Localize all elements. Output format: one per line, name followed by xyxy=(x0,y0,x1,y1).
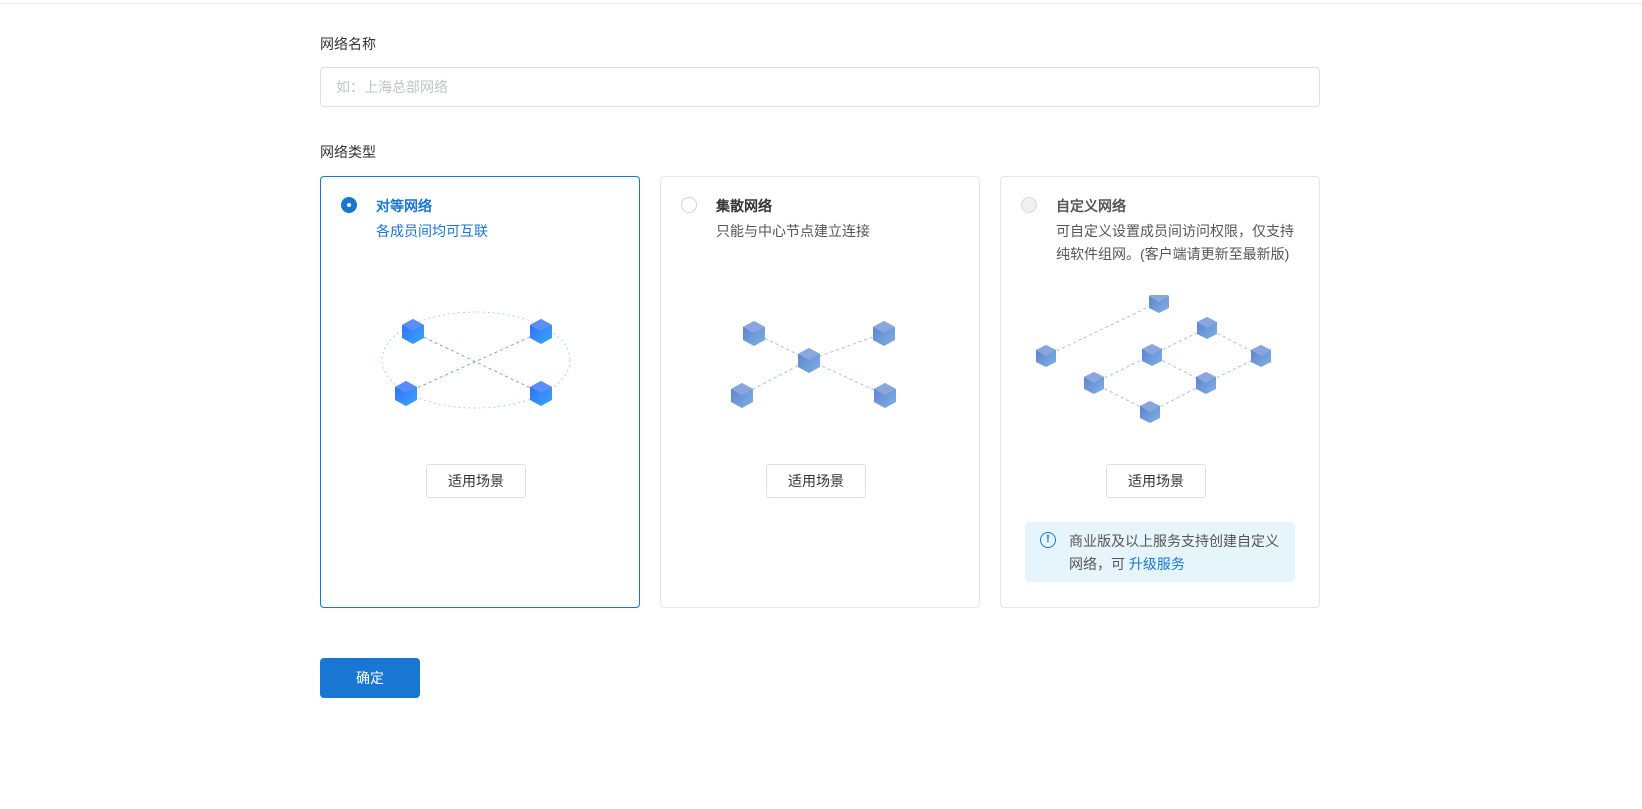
network-type-card-hub[interactable]: 集散网络 只能与中心节点建立连接 适用场景 xyxy=(660,176,980,608)
hub-network-diagram xyxy=(731,321,896,408)
node-icon xyxy=(530,381,552,406)
confirm-button[interactable]: 确定 xyxy=(320,658,420,698)
custom-network-diagram xyxy=(1036,295,1271,423)
node-icon xyxy=(530,319,552,344)
network-name-label: 网络名称 xyxy=(320,36,376,52)
node-icon xyxy=(731,383,753,408)
node-icon xyxy=(1196,372,1216,394)
node-icon xyxy=(743,321,765,346)
node-icon xyxy=(1197,317,1217,339)
node-icon xyxy=(402,319,424,344)
info-icon: ! xyxy=(1040,532,1056,548)
scene-button-custom[interactable]: 适用场景 xyxy=(1106,464,1206,498)
top-divider xyxy=(0,3,1642,4)
network-type-card-peer[interactable]: 对等网络 各成员间均可互联 适用场景 xyxy=(320,176,640,608)
peer-network-diagram xyxy=(381,311,571,409)
card-title-hub: 集散网络 xyxy=(716,198,772,214)
card-title-peer: 对等网络 xyxy=(376,198,432,214)
network-name-input[interactable] xyxy=(320,67,1320,107)
node-icon xyxy=(1142,344,1162,366)
node-icon xyxy=(874,383,896,408)
hub-node-icon xyxy=(798,348,820,373)
upgrade-notice: ! 商业版及以上服务支持创建自定义网络，可 升级服务 xyxy=(1025,522,1295,582)
node-icon xyxy=(873,321,895,346)
card-desc-hub: 只能与中心节点建立连接 xyxy=(716,223,870,239)
scene-button-hub[interactable]: 适用场景 xyxy=(766,464,866,498)
card-desc-custom: 可自定义设置成员间访问权限，仅支持纯软件组网。(客户端请更新至最新版) xyxy=(1056,223,1294,262)
radio-custom[interactable] xyxy=(1021,197,1037,213)
node-icon xyxy=(1140,401,1160,423)
radio-hub[interactable] xyxy=(681,197,697,213)
network-type-card-custom[interactable]: 自定义网络 可自定义设置成员间访问权限，仅支持纯软件组网。(客户端请更新至最新版… xyxy=(1000,176,1320,608)
node-icon xyxy=(1036,345,1056,367)
node-icon xyxy=(1084,372,1104,394)
card-desc-peer: 各成员间均可互联 xyxy=(376,223,488,239)
scene-button-peer[interactable]: 适用场景 xyxy=(426,464,526,498)
node-icon xyxy=(1149,295,1169,313)
node-icon xyxy=(1251,345,1271,367)
network-type-label: 网络类型 xyxy=(320,144,376,160)
radio-peer[interactable] xyxy=(341,197,357,213)
upgrade-service-link[interactable]: 升级服务 xyxy=(1129,556,1185,572)
card-title-custom: 自定义网络 xyxy=(1056,198,1126,214)
node-icon xyxy=(395,381,417,406)
